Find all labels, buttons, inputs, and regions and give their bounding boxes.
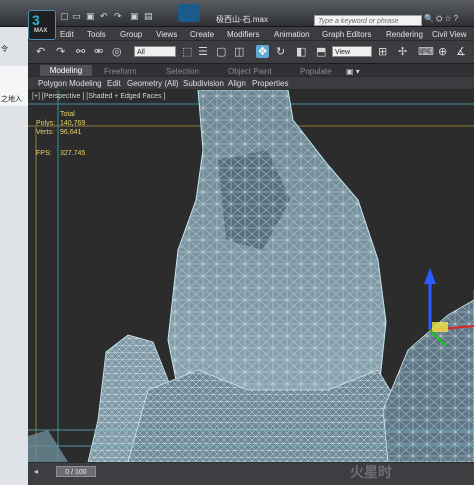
- stats-verts-label: Verts:: [36, 129, 54, 136]
- pivot-icon[interactable]: ⊞: [378, 45, 387, 58]
- menu-modifiers[interactable]: Modifiers: [227, 30, 259, 39]
- stats-verts-value: 96,641: [60, 129, 82, 136]
- undo-icon[interactable]: ↶: [36, 45, 45, 58]
- save-file-icon[interactable]: ▣: [86, 11, 95, 22]
- tab-object-paint[interactable]: Object Paint: [228, 67, 272, 76]
- snap-toggle-icon[interactable]: ⊕: [438, 45, 447, 58]
- time-slider[interactable]: 0 / 100: [56, 466, 96, 477]
- stats-header: Total: [60, 111, 75, 118]
- stats-fps-label: FPS:: [36, 150, 52, 157]
- redo-qa-icon[interactable]: ↷: [114, 11, 122, 22]
- window-crossing-icon[interactable]: ◫: [234, 45, 244, 58]
- prev-frame-icon[interactable]: ◂: [34, 467, 38, 476]
- fetch-icon[interactable]: ▤: [144, 11, 153, 22]
- select-move-icon[interactable]: ✥: [256, 45, 270, 58]
- menu-create[interactable]: Create: [190, 30, 214, 39]
- unlink-icon[interactable]: ⚮: [94, 45, 103, 58]
- panel-edit[interactable]: Edit: [107, 79, 121, 88]
- selection-filter-dropdown[interactable]: All: [134, 46, 176, 57]
- help-icons[interactable]: ⛭☆?: [436, 14, 460, 24]
- select-scale-icon[interactable]: ◧: [296, 45, 306, 58]
- menu-group[interactable]: Group: [120, 30, 142, 39]
- ribbon-options-icon[interactable]: ▣ ▾: [346, 67, 360, 76]
- search-icon[interactable]: 🔍: [424, 14, 434, 23]
- hold-icon[interactable]: ▣: [130, 11, 139, 22]
- tab-modeling[interactable]: Modeling: [40, 65, 92, 76]
- menu-animation[interactable]: Animation: [274, 30, 310, 39]
- left-strip-text-1: 令: [1, 46, 8, 53]
- select-object-icon[interactable]: ⬚: [182, 45, 192, 58]
- panel-properties[interactable]: Properties: [252, 79, 288, 88]
- select-manipulate-icon[interactable]: ✢: [398, 45, 407, 58]
- rock-mesh-render: [28, 89, 474, 463]
- window-title: 极西山-石.max: [216, 15, 268, 24]
- select-by-name-icon[interactable]: ☰: [198, 45, 208, 58]
- workspace-icon[interactable]: [178, 4, 200, 22]
- panel-geometry-all[interactable]: Geometry (All): [127, 79, 179, 88]
- stats-polys-value: 140,769: [60, 120, 86, 127]
- link-icon[interactable]: ⚯: [76, 45, 85, 58]
- viewport-label[interactable]: [+] [Perspective ] [Shaded + Edged Faces…: [32, 93, 165, 100]
- select-rotate-icon[interactable]: ↻: [276, 45, 285, 58]
- stats-fps-value: 327.745: [60, 150, 86, 157]
- menu-rendering[interactable]: Rendering: [386, 30, 423, 39]
- tab-selection[interactable]: Selection: [166, 67, 199, 76]
- undo-qa-icon[interactable]: ↶: [100, 11, 108, 22]
- new-file-icon[interactable]: ▢: [60, 11, 69, 22]
- open-file-icon[interactable]: ▭: [72, 11, 81, 22]
- app-logo-text: MAX: [34, 28, 48, 34]
- app-menu-button[interactable]: 3 MAX: [28, 10, 56, 40]
- panel-subdivision[interactable]: Subdivision: [183, 79, 224, 88]
- menu-edit[interactable]: Edit: [60, 30, 74, 39]
- angle-snap-icon[interactable]: ∡: [456, 45, 466, 58]
- panel-align[interactable]: Align: [228, 79, 246, 88]
- app-logo-icon: 3: [32, 12, 40, 28]
- perspective-viewport[interactable]: [28, 89, 474, 463]
- search-input[interactable]: Type a keyword or phrase: [314, 15, 422, 26]
- menu-tools[interactable]: Tools: [87, 30, 106, 39]
- bind-space-warp-icon[interactable]: ◎: [112, 45, 122, 58]
- tab-freeform[interactable]: Freeform: [104, 67, 136, 76]
- keyboard-shortcut-icon[interactable]: ⌨: [418, 45, 434, 58]
- menu-graph-editors[interactable]: Graph Editors: [322, 30, 371, 39]
- left-strip-text-2: 之地入: [1, 96, 22, 103]
- redo-icon[interactable]: ↷: [56, 45, 65, 58]
- rect-selection-icon[interactable]: ▢: [216, 45, 226, 58]
- placement-icon[interactable]: ⬒: [316, 45, 326, 58]
- tab-populate[interactable]: Populate: [300, 67, 332, 76]
- menu-civil-view[interactable]: Civil View: [432, 30, 467, 39]
- watermark-logo: 火星时: [350, 464, 392, 480]
- ref-coord-dropdown[interactable]: View: [332, 46, 372, 57]
- panel-polygon-modeling[interactable]: Polygon Modeling: [38, 79, 102, 88]
- stats-polys-label: Polys:: [36, 120, 56, 127]
- menu-views[interactable]: Views: [156, 30, 177, 39]
